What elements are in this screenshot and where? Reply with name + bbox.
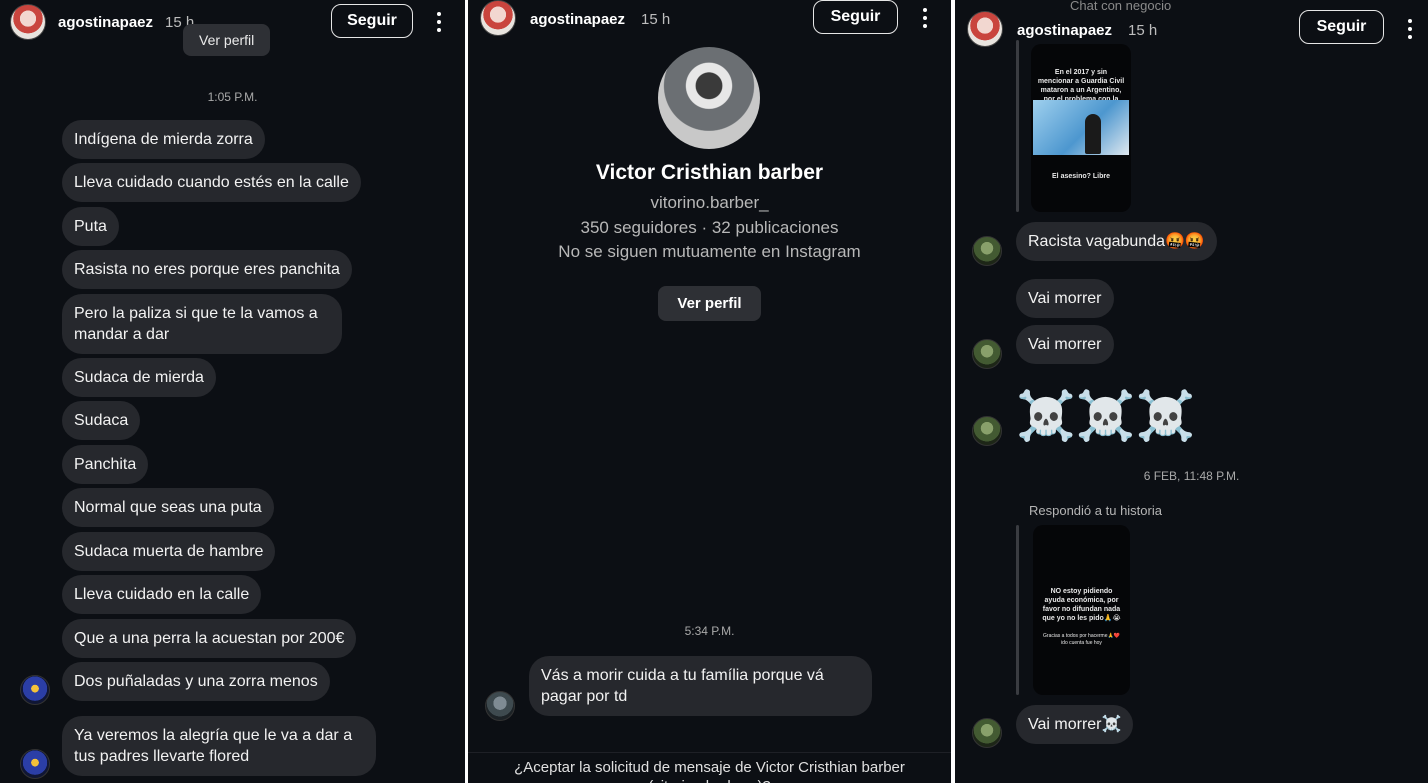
header-avatar[interactable] [480,0,516,36]
message-timestamp: 5:34 P.M. [684,624,735,638]
more-options-icon[interactable] [436,12,442,32]
message-bubble[interactable]: Panchita [62,445,149,484]
story-reply-line [1016,40,1019,212]
message-bubble[interactable]: Vás a morir cuida a tu família porque vá… [529,656,872,716]
skull-emoji-message[interactable]: ☠️☠️☠️ [1016,388,1195,444]
chat-panel-middle: agostinapaez 15 h Seguir Victor Cristhia… [468,0,951,783]
message-bubble[interactable]: Racista vagabunda🤬🤬 [1016,222,1217,261]
follow-button[interactable]: Seguir [1299,10,1384,44]
header-username[interactable]: agostinapaez [58,14,153,31]
replied-to-story-label: Respondió a tu historia [1029,503,1162,518]
message-bubble[interactable]: Vai morrer [1016,279,1114,318]
sender-avatar[interactable] [20,749,50,779]
accept-request-prompt: ¿Aceptar la solicitud de mensaje de Vict… [514,759,905,783]
sender-avatar[interactable] [20,675,50,705]
header-username[interactable]: agostinapaez [1017,22,1112,39]
story-reply-line [1016,525,1019,695]
message-bubble[interactable]: Rasista no eres porque eres panchita [62,250,352,289]
sender-avatar[interactable] [972,416,1002,446]
header-avatar[interactable] [967,11,1003,47]
view-profile-button[interactable]: Ver perfil [658,286,761,321]
divider [468,752,951,753]
story-thumbnail-subtext: Gracias a todos por hacerme🙏❤️ ido cuent… [1043,633,1120,646]
message-bubble[interactable]: Sudaca [62,401,141,440]
message-bubble[interactable]: Pero la paliza si que te la vamos a mand… [62,294,342,354]
message-bubble[interactable]: Vai morrer☠️ [1016,705,1134,744]
sender-avatar[interactable] [972,718,1002,748]
message-bubble[interactable]: Puta [62,207,119,246]
news-anchor [1085,114,1101,154]
message-bubble[interactable]: Vai morrer [1016,325,1114,364]
follow-button[interactable]: Seguir [813,0,898,34]
message-timestamp: 1:05 P.M. [207,90,258,104]
business-chat-label: Chat con negocio [1070,0,1172,13]
header-time: 15 h [641,11,671,28]
message-bubble[interactable]: Lleva cuidado cuando estés en la calle [62,163,361,202]
message-bubble[interactable]: Indígena de mierda zorra [62,120,265,159]
message-bubble[interactable]: Lleva cuidado en la calle [62,575,262,614]
sender-avatar[interactable] [972,236,1002,266]
message-bubble[interactable]: Sudaca muerta de hambre [62,532,276,571]
profile-avatar[interactable] [658,47,760,149]
sender-avatar[interactable] [972,339,1002,369]
sender-avatar[interactable] [485,691,515,721]
story-thumbnail-text: NO estoy pidiendo ayuda económica, por f… [1042,588,1121,622]
story-thumbnail[interactable]: NO estoy pidiendo ayuda económica, por f… [1033,525,1130,695]
follow-button[interactable]: Seguir [331,4,413,38]
profile-handle: vitorino.barber_ [650,193,769,212]
more-options-icon[interactable] [922,8,928,28]
message-bubble[interactable]: Sudaca de mierda [62,358,216,397]
header-avatar[interactable] [10,4,46,40]
profile-name: Victor Cristhian barber [595,161,824,184]
message-timestamp: 6 FEB, 11:48 P.M. [1143,469,1240,483]
header-time: 15 h [1128,22,1158,39]
more-options-icon[interactable] [1407,19,1413,39]
message-bubble[interactable]: Ya veremos la alegría que le va a dar a … [62,716,376,776]
story-thumbnail[interactable]: En el 2017 y sin mencionar a Guardia Civ… [1031,44,1131,212]
profile-stats: 350 seguidores · 32 publicaciones [580,218,839,237]
message-bubble[interactable]: Normal que seas una puta [62,488,274,527]
story-thumbnail-caption: El asesino? Libre [1052,173,1110,180]
chat-panel-left: agostinapaez 15 h Seguir Ver perfil 1:05… [0,0,465,783]
view-profile-tooltip[interactable]: Ver perfil [183,24,271,56]
message-bubble[interactable]: Dos puñaladas y una zorra menos [62,662,330,701]
profile-mutual-status: No se siguen mutuamente en Instagram [558,242,861,261]
header-username[interactable]: agostinapaez [530,11,625,28]
message-bubble[interactable]: Que a una perra la acuestan por 200€ [62,619,357,658]
story-news-image [1033,100,1129,155]
chat-panel-right: Chat con negocio agostinapaez 15 h Segui… [955,0,1428,783]
